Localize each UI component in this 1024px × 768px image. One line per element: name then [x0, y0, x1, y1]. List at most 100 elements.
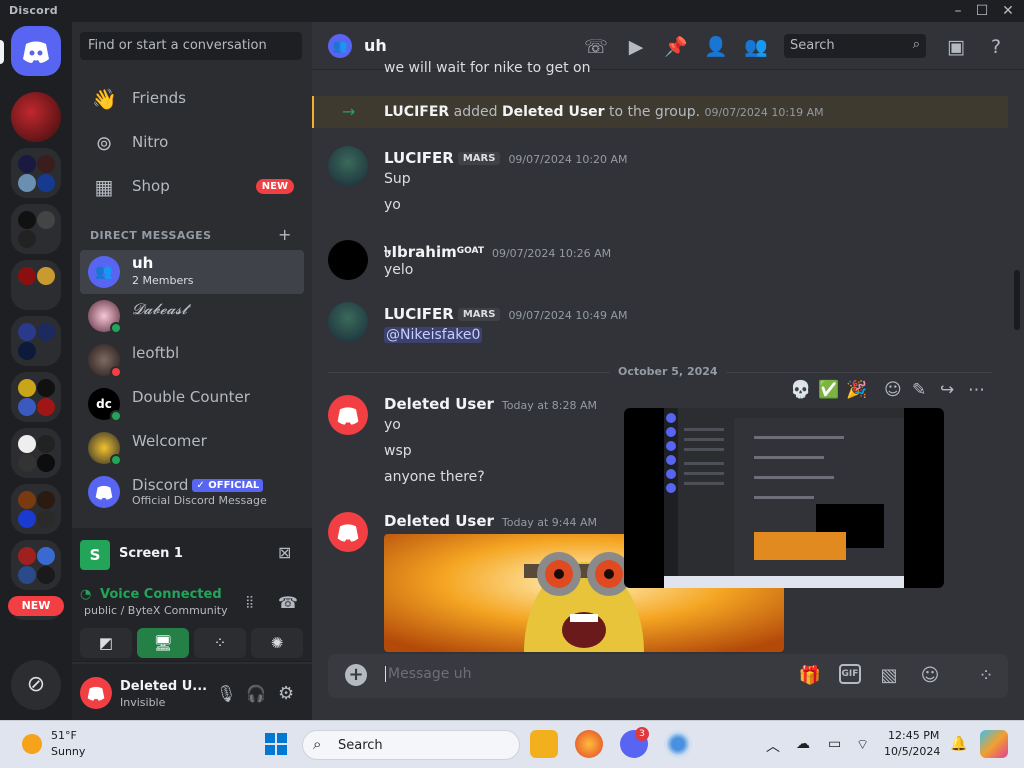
- dm-item-leoftbl[interactable]: leoftbl: [80, 338, 304, 382]
- edit-pencil-icon[interactable]: ✎: [912, 380, 926, 400]
- stream-preview-window[interactable]: [624, 408, 944, 588]
- add-friends-icon[interactable]: 👤: [704, 35, 728, 59]
- chat-search-input[interactable]: Search ⌕: [784, 34, 926, 58]
- file-explorer-icon[interactable]: [530, 730, 558, 758]
- avatar[interactable]: [328, 240, 368, 280]
- avatar[interactable]: [328, 395, 368, 435]
- dm-name: Welcomer: [132, 432, 207, 450]
- server-folder[interactable]: [11, 204, 61, 254]
- taskbar-date[interactable]: 10/5/2024: [884, 745, 940, 758]
- selected-pill: [0, 40, 4, 64]
- activities-button[interactable]: ⁘: [194, 628, 246, 658]
- screen-share-preview[interactable]: S Screen 1: [80, 538, 304, 570]
- system-rest: to the group.: [609, 104, 701, 120]
- server-folder[interactable]: [11, 484, 61, 534]
- dm-item-double-counter[interactable]: dc Double Counter: [80, 382, 304, 426]
- taskbar-search[interactable]: ⌕ Search: [302, 730, 520, 760]
- sticker-icon[interactable]: ▧: [877, 664, 901, 688]
- server-folder[interactable]: [11, 148, 61, 198]
- noise-suppression-icon[interactable]: ⦙⦙: [246, 593, 253, 613]
- browser-icon[interactable]: [664, 730, 692, 758]
- notification-bell-icon[interactable]: 🔔: [950, 736, 967, 752]
- network-icon[interactable]: ⌔: [856, 736, 869, 754]
- avatar[interactable]: [328, 302, 368, 342]
- chevron-up-icon[interactable]: ︿: [766, 736, 780, 756]
- server-folder[interactable]: [11, 540, 61, 590]
- voice-connected-status[interactable]: Voice Connected: [100, 587, 222, 602]
- gift-icon[interactable]: 🎁: [798, 664, 822, 688]
- stop-stream-icon[interactable]: ⊠: [278, 543, 291, 562]
- user-name[interactable]: Deleted U...: [120, 679, 207, 694]
- taskbar-time[interactable]: 12:45 PM: [888, 729, 939, 742]
- disconnect-icon[interactable]: ☎: [278, 593, 298, 612]
- headphones-icon[interactable]: 🎧: [246, 684, 266, 703]
- message-line: yelo: [384, 262, 414, 278]
- inbox-icon[interactable]: ▣: [944, 35, 968, 59]
- gear-icon[interactable]: ⚙: [278, 683, 294, 704]
- clan-tag[interactable]: MARS: [457, 152, 501, 165]
- display-icon[interactable]: ▭: [828, 736, 841, 752]
- scrollbar-thumb[interactable]: [1014, 270, 1020, 330]
- new-servers-badge[interactable]: NEW: [8, 596, 64, 616]
- more-options-icon[interactable]: ⋯: [968, 380, 985, 400]
- clan-tag[interactable]: MARS: [457, 308, 501, 321]
- server-folder[interactable]: [11, 316, 61, 366]
- nav-friends[interactable]: 👋 Friends: [80, 78, 304, 120]
- server-folder[interactable]: [11, 372, 61, 422]
- cloud-offline-icon[interactable]: ☁: [796, 736, 810, 752]
- dm-item-uh[interactable]: 👥 uh 2 Members: [80, 250, 304, 294]
- member-list-icon[interactable]: 👥: [744, 35, 768, 59]
- share-screen-button[interactable]: 🖥: [137, 628, 189, 658]
- message-author[interactable]: Deleted User: [384, 512, 494, 530]
- server-folder[interactable]: [11, 428, 61, 478]
- home-button[interactable]: [11, 26, 61, 76]
- dm-item-dabeast[interactable]: 𝓓𝓪𝓫𝓮𝓪𝓼𝓽: [80, 294, 304, 338]
- forward-icon[interactable]: ↪: [940, 380, 954, 400]
- create-dm-plus-icon[interactable]: +: [278, 225, 291, 244]
- nav-label: Nitro: [132, 133, 169, 151]
- avatar[interactable]: [328, 512, 368, 552]
- message-author[interactable]: ৳Ibrahim: [384, 243, 457, 261]
- nav-nitro[interactable]: ⊚ Nitro: [80, 122, 304, 164]
- system-actor[interactable]: LUCIFER: [384, 104, 449, 120]
- upload-plus-button[interactable]: +: [345, 664, 367, 686]
- gif-button[interactable]: GIF: [839, 664, 861, 684]
- apps-icon[interactable]: ⁘: [974, 664, 998, 688]
- voice-channel-name[interactable]: public / ByteX Community: [84, 604, 228, 617]
- soundboard-button[interactable]: ✺: [251, 628, 303, 658]
- avatar[interactable]: [328, 146, 368, 186]
- weather-condition[interactable]: Sunny: [51, 745, 85, 758]
- copilot-icon[interactable]: [980, 730, 1008, 758]
- pin-icon[interactable]: 📌: [664, 35, 688, 59]
- skull-reaction-icon[interactable]: 💀: [790, 380, 811, 400]
- help-icon[interactable]: ?: [984, 35, 1008, 59]
- emoji-icon[interactable]: ☺: [918, 664, 942, 688]
- check-reaction-icon[interactable]: ✅: [818, 380, 839, 400]
- system-target[interactable]: Deleted User: [502, 104, 605, 120]
- camera-off-button[interactable]: ◩: [80, 628, 132, 658]
- message-author[interactable]: Deleted User: [384, 395, 494, 413]
- dm-item-discord[interactable]: Discord ✓ OFFICIAL Official Discord Messa…: [80, 470, 304, 514]
- maximize-button[interactable]: ☐: [968, 2, 996, 20]
- discover-icon[interactable]: ⊘: [11, 660, 61, 710]
- party-reaction-icon[interactable]: 🎉: [846, 380, 867, 400]
- message-input[interactable]: Message uh: [385, 666, 472, 682]
- server-icon[interactable]: [11, 92, 61, 142]
- add-reaction-icon[interactable]: ☺: [884, 380, 902, 400]
- voice-call-icon[interactable]: ☏: [584, 35, 608, 59]
- weather-temperature[interactable]: 51°F: [51, 729, 77, 742]
- close-button[interactable]: ✕: [994, 2, 1022, 20]
- user-mention[interactable]: @Nikeisfake0: [384, 327, 483, 343]
- video-call-icon[interactable]: ▶: [624, 35, 648, 59]
- microphone-icon[interactable]: 🎙: [216, 684, 236, 703]
- dm-item-welcomer[interactable]: Welcomer: [80, 426, 304, 470]
- weather-sun-icon[interactable]: [22, 734, 42, 754]
- find-conversation-button[interactable]: Find or start a conversation: [80, 32, 302, 60]
- message-author[interactable]: LUCIFER: [384, 149, 454, 167]
- message-author[interactable]: LUCIFER: [384, 305, 454, 323]
- user-avatar[interactable]: [80, 677, 112, 709]
- nav-shop[interactable]: ▦ Shop NEW: [80, 166, 304, 208]
- windows-start-icon[interactable]: [262, 730, 290, 758]
- firefox-icon[interactable]: [575, 730, 603, 758]
- server-folder[interactable]: [11, 260, 61, 310]
